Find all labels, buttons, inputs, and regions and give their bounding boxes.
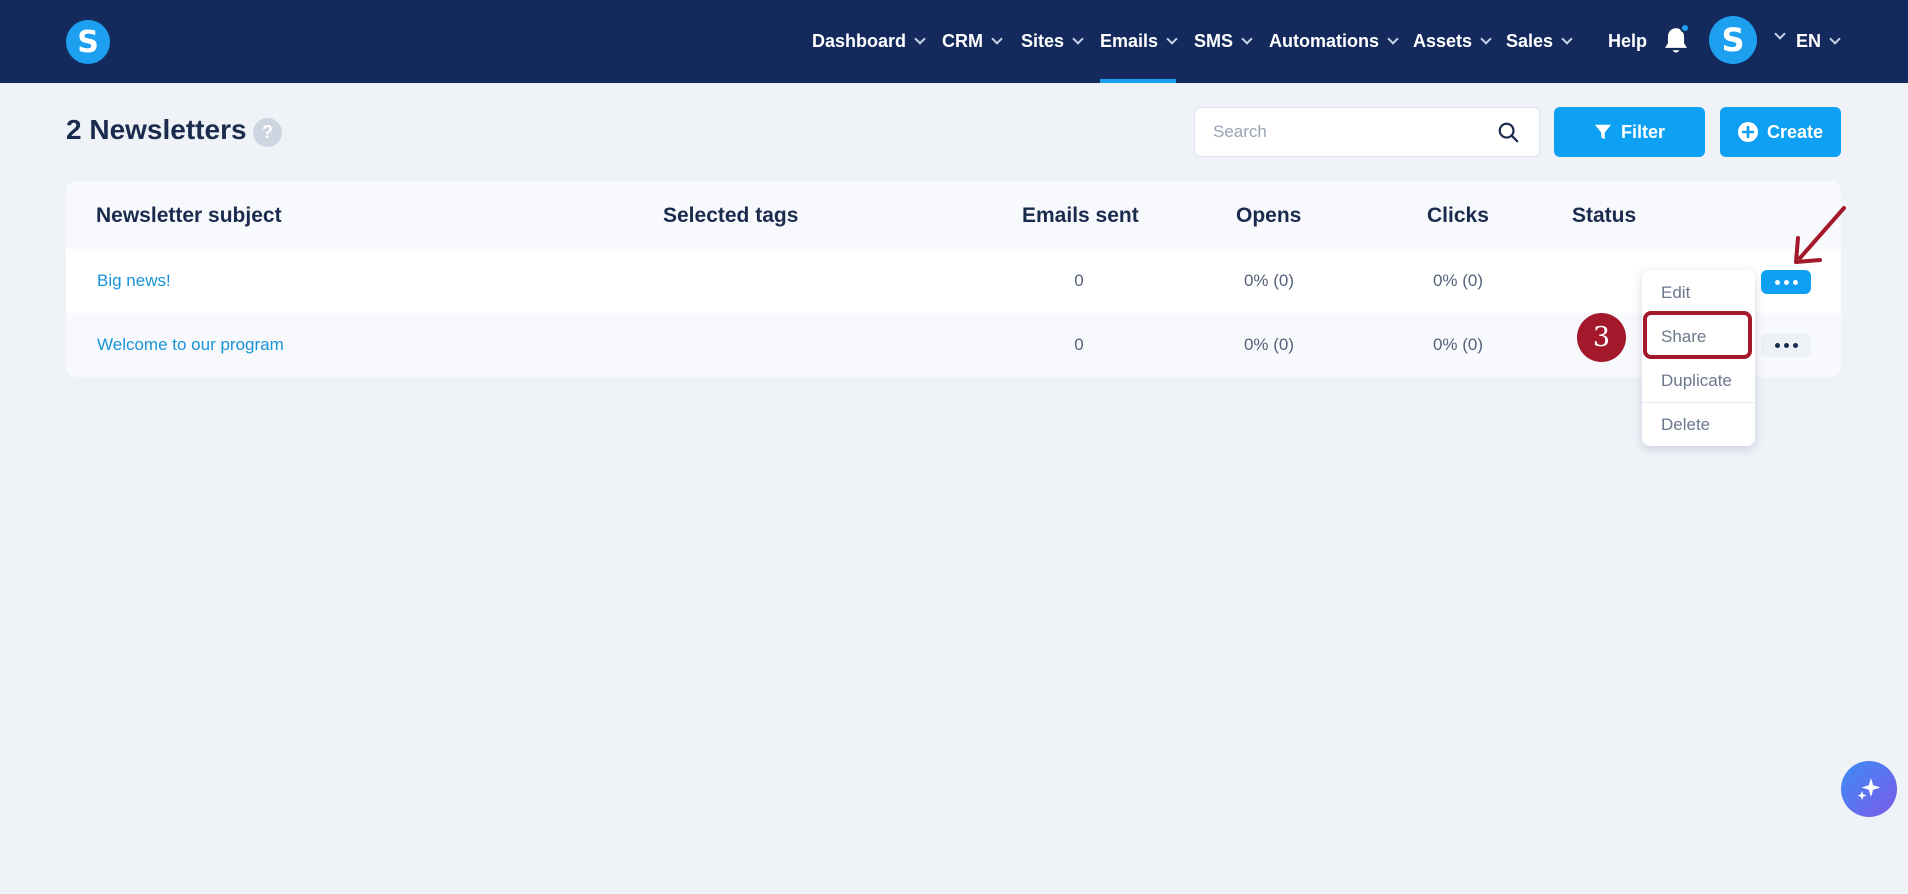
column-header-opens[interactable]: Opens bbox=[1236, 204, 1301, 228]
step-number-badge: 3 bbox=[1577, 313, 1626, 362]
chevron-down-icon bbox=[914, 33, 926, 45]
nav-item-label: CRM bbox=[942, 31, 983, 51]
help-label: Help bbox=[1608, 31, 1648, 51]
filter-icon bbox=[1594, 123, 1612, 141]
newsletter-subject-link[interactable]: Big news! bbox=[97, 271, 171, 291]
share-highlight-box bbox=[1643, 311, 1752, 359]
top-navigation-bar: S Dashboard CRM Sites Emails SMS Automat… bbox=[0, 0, 1908, 83]
nav-item-label: SMS bbox=[1194, 31, 1234, 51]
nav-item-automations[interactable]: Automations bbox=[1269, 0, 1399, 83]
row-actions-button[interactable] bbox=[1761, 270, 1811, 294]
table-row: Big news! 0 0% (0) 0% (0) bbox=[66, 249, 1841, 313]
menu-item-edit[interactable]: Edit bbox=[1661, 283, 1690, 303]
help-icon[interactable]: ? bbox=[253, 118, 282, 147]
sparkle-icon bbox=[1857, 778, 1881, 800]
newsletter-subject-link[interactable]: Welcome to our program bbox=[97, 335, 284, 355]
nav-item-label: Sites bbox=[1021, 31, 1065, 51]
plus-circle-icon bbox=[1737, 122, 1758, 142]
search-box bbox=[1194, 107, 1540, 157]
nav-item-label: Dashboard bbox=[812, 31, 907, 51]
avatar[interactable]: S bbox=[1709, 16, 1757, 64]
chevron-down-icon bbox=[1166, 33, 1178, 45]
nav-item-label: Emails bbox=[1100, 31, 1159, 51]
nav-item-sales[interactable]: Sales bbox=[1506, 0, 1573, 83]
create-button[interactable]: Create bbox=[1720, 107, 1841, 157]
chevron-down-icon bbox=[1387, 33, 1399, 45]
emails-sent-value: 0 bbox=[1074, 271, 1084, 290]
row-actions-button[interactable] bbox=[1761, 333, 1811, 357]
emails-sent-value: 0 bbox=[1074, 335, 1084, 354]
filter-button[interactable]: Filter bbox=[1554, 107, 1705, 157]
search-input[interactable] bbox=[1213, 108, 1493, 156]
chevron-down-icon bbox=[1241, 33, 1253, 45]
nav-item-label: Sales bbox=[1506, 31, 1554, 51]
column-header-emails-sent[interactable]: Emails sent bbox=[1022, 204, 1139, 228]
nav-item-crm[interactable]: CRM bbox=[942, 0, 1003, 83]
chevron-down-icon bbox=[1072, 33, 1084, 45]
clicks-value: 0% (0) bbox=[1432, 335, 1484, 354]
menu-item-delete[interactable]: Delete bbox=[1661, 415, 1710, 435]
nav-item-label: Automations bbox=[1269, 31, 1379, 51]
chevron-down-icon bbox=[991, 33, 1003, 45]
menu-item-duplicate[interactable]: Duplicate bbox=[1661, 371, 1732, 391]
column-header-tags[interactable]: Selected tags bbox=[663, 204, 798, 228]
clicks-value: 0% (0) bbox=[1432, 271, 1484, 290]
notification-dot bbox=[1680, 23, 1690, 33]
filter-label: Filter bbox=[1620, 121, 1665, 142]
chevron-down-icon bbox=[1480, 33, 1492, 45]
search-icon[interactable] bbox=[1497, 121, 1519, 143]
opens-value: 0% (0) bbox=[1243, 335, 1295, 354]
chevron-down-icon bbox=[1829, 33, 1841, 45]
ai-assistant-button[interactable] bbox=[1841, 761, 1897, 817]
create-label: Create bbox=[1766, 121, 1824, 142]
nav-item-assets[interactable]: Assets bbox=[1413, 0, 1492, 83]
app-logo[interactable]: S bbox=[66, 20, 110, 64]
nav-item-emails[interactable]: Emails bbox=[1100, 0, 1178, 83]
chevron-down-icon[interactable] bbox=[1774, 28, 1786, 40]
page-title: 2 Newsletters bbox=[66, 114, 247, 145]
pointer-arrow-icon bbox=[1794, 206, 1846, 264]
table-row: Welcome to our program 0 0% (0) 0% (0) bbox=[66, 313, 1841, 377]
opens-value: 0% (0) bbox=[1243, 271, 1295, 290]
menu-divider bbox=[1642, 402, 1755, 403]
nav-item-dashboard[interactable]: Dashboard bbox=[812, 0, 926, 83]
language-label: EN bbox=[1796, 31, 1822, 51]
language-selector[interactable]: EN bbox=[1796, 0, 1841, 83]
nav-item-sms[interactable]: SMS bbox=[1194, 0, 1253, 83]
nav-item-label: Assets bbox=[1413, 31, 1473, 51]
column-header-subject[interactable]: Newsletter subject bbox=[96, 204, 282, 228]
column-header-clicks[interactable]: Clicks bbox=[1427, 204, 1489, 228]
column-header-status[interactable]: Status bbox=[1572, 204, 1636, 228]
nav-item-sites[interactable]: Sites bbox=[1021, 0, 1084, 83]
chevron-down-icon bbox=[1561, 33, 1573, 45]
help-link[interactable]: Help bbox=[1608, 0, 1647, 83]
